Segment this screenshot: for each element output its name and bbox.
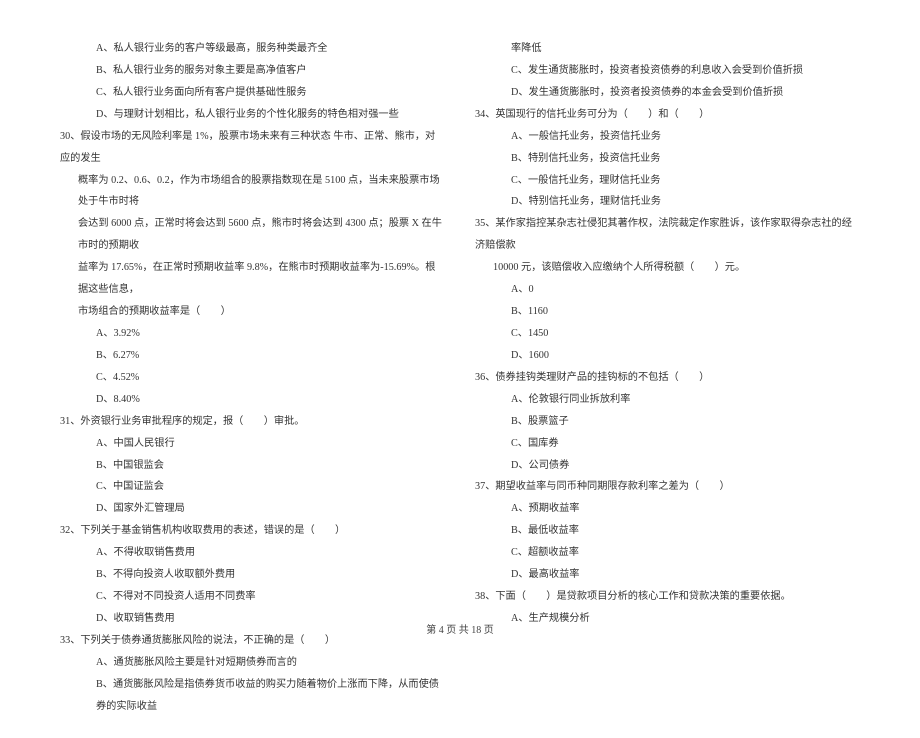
q30-opt-a: A、3.92% (60, 323, 445, 345)
q36: 36、债券挂钩类理财产品的挂钩标的不包括（ ） (475, 367, 860, 389)
left-column: A、私人银行业务的客户等级最高，服务种类最齐全 B、私人银行业务的服务对象主要是… (60, 38, 445, 718)
q29-opt-b: B、私人银行业务的服务对象主要是高净值客户 (60, 60, 445, 82)
q37: 37、期望收益率与同币种同期限存款利率之差为（ ） (475, 476, 860, 498)
q33-opt-b-cont: 率降低 (475, 38, 860, 60)
right-column: 率降低 C、发生通货膨胀时，投资者投资债券的利息收入会受到价值折损 D、发生通货… (475, 38, 860, 718)
q36-opt-d: D、公司债券 (475, 455, 860, 477)
q30-line2: 概率为 0.2、0.6、0.2，作为市场组合的股票指数现在是 5100 点，当未… (60, 170, 445, 214)
q36-opt-c: C、国库券 (475, 433, 860, 455)
q30-line3: 会达到 6000 点，正常时将会达到 5600 点，熊市时将会达到 4300 点… (60, 213, 445, 257)
q37-opt-c: C、超额收益率 (475, 542, 860, 564)
q33-opt-c: C、发生通货膨胀时，投资者投资债券的利息收入会受到价值折损 (475, 60, 860, 82)
q29-opt-d: D、与理财计划相比，私人银行业务的个性化服务的特色相对强一些 (60, 104, 445, 126)
q34: 34、英国现行的信托业务可分为（ ）和（ ） (475, 104, 860, 126)
q35-opt-d: D、1600 (475, 345, 860, 367)
q30-opt-c: C、4.52% (60, 367, 445, 389)
q35-opt-c: C、1450 (475, 323, 860, 345)
q32-opt-c: C、不得对不同投资人适用不同费率 (60, 586, 445, 608)
q33-opt-d: D、发生通货膨胀时，投资者投资债券的本金会受到价值折损 (475, 82, 860, 104)
q36-opt-a: A、伦敦银行同业拆放利率 (475, 389, 860, 411)
q30-opt-b: B、6.27% (60, 345, 445, 367)
q32: 32、下列关于基金销售机构收取费用的表述，错误的是（ ） (60, 520, 445, 542)
q31-opt-a: A、中国人民银行 (60, 433, 445, 455)
q35-line2: 10000 元，该赔偿收入应缴纳个人所得税额（ ）元。 (475, 257, 860, 279)
q30-line1: 30、假设市场的无风险利率是 1%，股票市场未来有三种状态 牛市、正常、熊市，对… (60, 126, 445, 170)
page-footer: 第 4 页 共 18 页 (0, 621, 920, 636)
q34-opt-d: D、特别信托业务，理财信托业务 (475, 191, 860, 213)
q33-opt-a: A、通货膨胀风险主要是针对短期债券而言的 (60, 652, 445, 674)
q34-opt-b: B、特别信托业务，投资信托业务 (475, 148, 860, 170)
q36-opt-b: B、股票篮子 (475, 411, 860, 433)
q29-opt-c: C、私人银行业务面向所有客户提供基础性服务 (60, 82, 445, 104)
q37-opt-d: D、最高收益率 (475, 564, 860, 586)
q31-opt-b: B、中国银监会 (60, 455, 445, 477)
q29-opt-a: A、私人银行业务的客户等级最高，服务种类最齐全 (60, 38, 445, 60)
q35-opt-b: B、1160 (475, 301, 860, 323)
q31-opt-c: C、中国证监会 (60, 476, 445, 498)
q30-line5: 市场组合的预期收益率是（ ） (60, 301, 445, 323)
q31-opt-d: D、国家外汇管理局 (60, 498, 445, 520)
q35-opt-a: A、0 (475, 279, 860, 301)
q34-opt-a: A、一般信托业务，投资信托业务 (475, 126, 860, 148)
q30-opt-d: D、8.40% (60, 389, 445, 411)
q37-opt-b: B、最低收益率 (475, 520, 860, 542)
q37-opt-a: A、预期收益率 (475, 498, 860, 520)
q30-line4: 益率为 17.65%，在正常时预期收益率 9.8%，在熊市时预期收益率为-15.… (60, 257, 445, 301)
q38: 38、下面（ ）是贷款项目分析的核心工作和贷款决策的重要依据。 (475, 586, 860, 608)
q34-opt-c: C、一般信托业务，理财信托业务 (475, 170, 860, 192)
q32-opt-b: B、不得向投资人收取额外费用 (60, 564, 445, 586)
q35-line1: 35、某作家指控某杂志社侵犯其著作权，法院裁定作家胜诉，该作家取得杂志社的经济赔… (475, 213, 860, 257)
q31: 31、外资银行业务审批程序的规定，报（ ）审批。 (60, 411, 445, 433)
q32-opt-a: A、不得收取销售费用 (60, 542, 445, 564)
q33-opt-b: B、通货膨胀风险是指债券货币收益的购买力随着物价上涨而下降，从而使债券的实际收益 (60, 674, 445, 718)
